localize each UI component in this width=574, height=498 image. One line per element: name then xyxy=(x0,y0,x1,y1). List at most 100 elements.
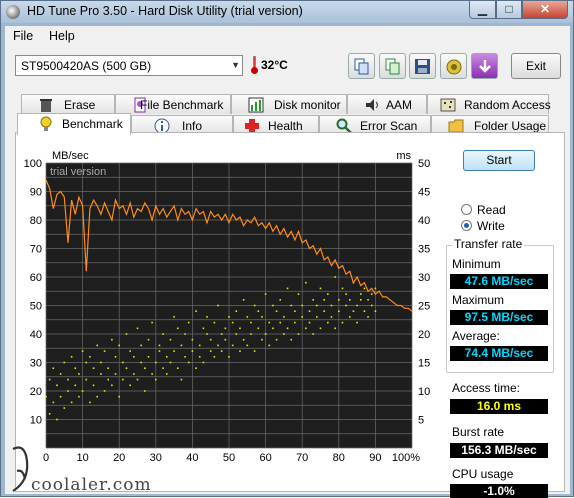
access-time-point xyxy=(206,333,208,335)
access-time-point xyxy=(92,384,95,387)
access-time-point xyxy=(81,350,84,352)
tab-label: Random Access xyxy=(464,98,551,112)
access-time-point xyxy=(107,378,110,381)
y-left-tick-label: 40 xyxy=(30,329,42,341)
client-area: File Help ST9500420AS (500 GB) ▼ 32°C Ex… xyxy=(5,26,570,498)
access-time-point xyxy=(48,413,51,415)
burst-rate-label: Burst rate xyxy=(452,425,505,439)
download-button[interactable] xyxy=(471,53,498,79)
tab-random-access[interactable]: Random Access xyxy=(427,94,551,114)
access-time-point xyxy=(103,350,106,352)
access-time-point xyxy=(305,327,307,330)
tab-file-benchmark[interactable]: File Benchmark xyxy=(115,94,231,114)
access-time-point xyxy=(231,321,234,324)
access-time-point xyxy=(100,373,102,375)
drive-select[interactable]: ST9500420AS (500 GB) ▼ xyxy=(15,55,243,76)
access-time-point xyxy=(118,395,120,398)
menu-help[interactable]: Help xyxy=(49,29,75,43)
access-time-point xyxy=(92,367,95,369)
write-radio[interactable]: Write xyxy=(461,219,505,233)
access-time-point xyxy=(52,401,55,404)
access-time-point xyxy=(74,367,77,369)
access-time-point xyxy=(144,390,146,392)
access-time-value: 16.0 ms xyxy=(450,399,548,414)
access-time-point xyxy=(297,333,300,335)
access-time-point xyxy=(158,344,161,347)
app-window: HD Tune Pro 3.50 - Hard Disk Utility (tr… xyxy=(0,0,574,498)
access-time-point xyxy=(48,378,51,381)
access-time-point xyxy=(301,304,303,307)
maximum-label: Maximum xyxy=(452,293,505,307)
minimize-button[interactable]: ▁ xyxy=(469,1,496,19)
access-time-point xyxy=(330,304,333,307)
access-time-point xyxy=(228,316,230,318)
access-time-point xyxy=(162,367,164,369)
tab-benchmark[interactable]: Benchmark xyxy=(17,113,131,135)
tab-label: Error Scan xyxy=(360,119,418,133)
access-time-point xyxy=(111,384,113,387)
access-time-point xyxy=(286,327,289,330)
access-time-point xyxy=(283,333,285,335)
access-time-point xyxy=(367,316,369,318)
copy-icon xyxy=(354,58,369,75)
access-time-point xyxy=(294,321,296,324)
save-button[interactable] xyxy=(409,53,436,79)
copy-all-button[interactable] xyxy=(379,53,406,79)
tab-aam[interactable]: AAM xyxy=(347,94,427,114)
y-left-tick-label: 30 xyxy=(30,358,42,370)
access-time-point xyxy=(235,333,238,335)
screenshot-icon xyxy=(446,59,462,75)
tab-label: AAM xyxy=(386,98,413,112)
access-time-point xyxy=(279,321,282,324)
trial-watermark: trial version xyxy=(50,166,106,178)
access-time-point xyxy=(319,287,322,290)
menu-file[interactable]: File xyxy=(13,29,33,43)
access-time-point xyxy=(370,293,373,295)
access-time-point xyxy=(85,378,88,381)
access-time-point xyxy=(316,304,318,307)
access-time-point xyxy=(85,361,88,364)
transfer-rate-label: Transfer rate xyxy=(452,237,525,251)
access-time-point xyxy=(312,299,314,301)
access-time-point xyxy=(345,304,347,307)
read-radio[interactable]: Read xyxy=(461,203,506,217)
access-time-point xyxy=(330,316,333,318)
speaker-icon xyxy=(366,99,378,111)
y-left-tick-label: 80 xyxy=(30,215,42,227)
title-bar[interactable]: HD Tune Pro 3.50 - Hard Disk Utility (tr… xyxy=(1,1,573,23)
access-time-point xyxy=(169,338,172,341)
access-time-point xyxy=(147,356,150,358)
access-time-point xyxy=(275,310,278,312)
access-time-point xyxy=(198,344,201,347)
access-time-point xyxy=(162,333,164,335)
access-time-point xyxy=(316,316,318,318)
copy-button[interactable] xyxy=(348,53,375,79)
maximize-button[interactable]: □ xyxy=(496,1,522,19)
access-time-point xyxy=(103,390,106,392)
window-title: HD Tune Pro 3.50 - Hard Disk Utility (tr… xyxy=(27,4,303,18)
x-tick-label: 100% xyxy=(392,452,420,464)
start-button[interactable]: Start xyxy=(463,150,535,171)
exit-button[interactable]: Exit xyxy=(511,53,561,79)
save-icon xyxy=(415,59,430,74)
access-time-point xyxy=(111,338,113,341)
close-button[interactable]: ✕ xyxy=(522,1,568,19)
tab-disk-monitor[interactable]: Disk monitor xyxy=(231,94,347,114)
access-time-point xyxy=(147,338,150,341)
access-time-point xyxy=(231,344,234,347)
access-time-point xyxy=(235,310,238,312)
minimum-label: Minimum xyxy=(452,257,501,271)
access-time-point xyxy=(261,338,263,341)
tab-erase[interactable]: Erase xyxy=(21,94,115,114)
access-time-point xyxy=(242,338,245,341)
access-time-point xyxy=(363,310,366,312)
access-time-point xyxy=(352,310,355,312)
access-time-point xyxy=(356,321,358,324)
access-time-point xyxy=(327,321,329,324)
screenshot-button[interactable] xyxy=(440,53,467,79)
chevron-down-icon: ▼ xyxy=(231,60,240,70)
y-right-tick-label: 5 xyxy=(418,415,424,427)
access-time-point xyxy=(169,361,172,364)
access-time-point xyxy=(56,418,58,421)
access-time-point xyxy=(224,338,227,341)
